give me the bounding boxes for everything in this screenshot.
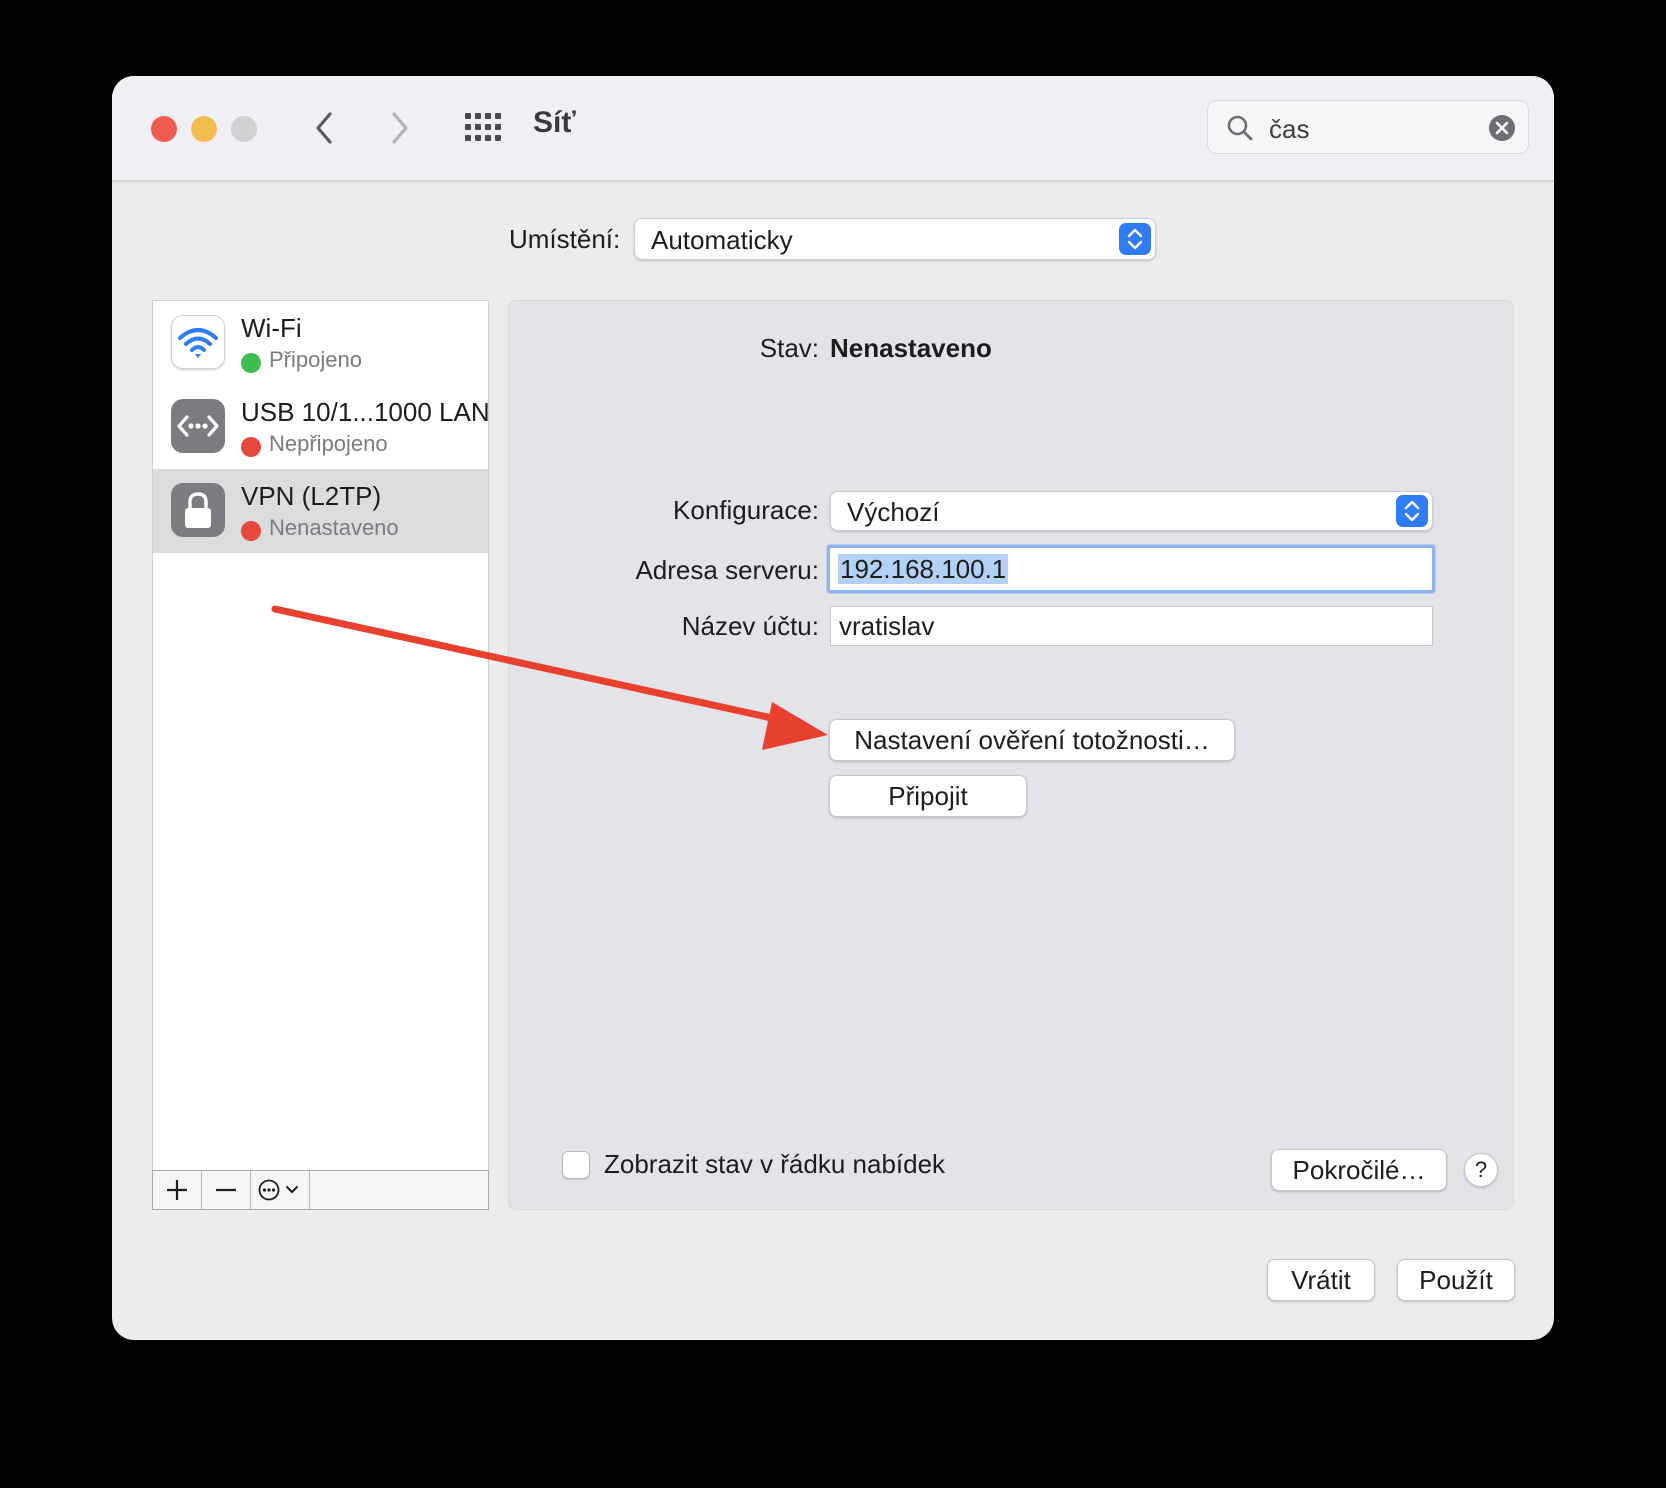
title-bar: Síť čas	[112, 76, 1554, 182]
server-address-value[interactable]: 192.168.100.1	[838, 554, 1009, 584]
server-address-field[interactable]: 192.168.100.1	[827, 545, 1435, 593]
service-item-usb-lan[interactable]: USB 10/1...1000 LAN Nepřipojeno	[153, 385, 490, 469]
status-dot-red	[241, 521, 261, 541]
service-status: Nepřipojeno	[269, 431, 388, 456]
show-status-checkbox[interactable]	[562, 1151, 590, 1179]
show-status-label: Zobrazit stav v řádku nabídek	[604, 1149, 946, 1179]
plus-icon	[167, 1180, 187, 1200]
location-label: Umístění:	[509, 224, 621, 254]
service-item-vpn[interactable]: VPN (L2TP) Nenastaveno	[153, 469, 488, 553]
location-select[interactable]: Automaticky	[634, 218, 1156, 260]
lock-icon	[171, 483, 225, 537]
service-name: VPN (L2TP)	[241, 481, 382, 511]
service-name: USB 10/1...1000 LAN	[241, 397, 490, 427]
account-name-label: Název účtu:	[681, 611, 819, 641]
service-item-wifi[interactable]: Wi-Fi Připojeno	[153, 301, 488, 385]
show-all-grid-icon[interactable]	[465, 113, 501, 141]
status-dot-green	[241, 353, 261, 373]
vpn-detail-panel: Stav: Nenastaveno Konfigurace: Výchozí A…	[508, 300, 1514, 1210]
configuration-value: Výchozí	[847, 497, 940, 527]
account-name-value[interactable]: vratislav	[839, 611, 934, 642]
window-title: Síť	[533, 106, 576, 139]
minus-icon	[216, 1188, 236, 1192]
status-value: Nenastaveno	[830, 333, 992, 363]
configuration-label: Konfigurace:	[673, 495, 819, 525]
configuration-stepper-icon	[1396, 495, 1428, 527]
wifi-icon	[171, 315, 225, 369]
service-status: Připojeno	[269, 347, 362, 372]
location-value: Automaticky	[651, 225, 793, 255]
status-dot-red	[241, 437, 261, 457]
ethernet-icon	[171, 399, 225, 453]
more-actions-icon	[258, 1179, 298, 1201]
minimize-window-button[interactable]	[191, 116, 217, 142]
service-list-toolbar	[152, 1170, 489, 1210]
back-icon[interactable]	[306, 104, 346, 152]
service-status: Nenastaveno	[269, 515, 399, 540]
service-list: Wi-Fi Připojeno USB 10/1...1000 LAN Nepř…	[152, 300, 490, 1172]
search-input[interactable]: čas	[1269, 114, 1309, 145]
apply-button[interactable]: Použít	[1397, 1259, 1515, 1301]
status-label: Stav:	[759, 333, 819, 363]
account-name-field[interactable]: vratislav	[830, 606, 1433, 646]
search-icon	[1227, 115, 1253, 141]
location-stepper-icon	[1119, 223, 1151, 255]
preferences-window: Síť čas Umístění: Automaticky Wi-Fi Přip…	[112, 76, 1554, 1340]
service-name: Wi-Fi	[241, 313, 302, 343]
zoom-window-button[interactable]	[231, 116, 257, 142]
search-field[interactable]: čas	[1207, 100, 1529, 154]
forward-icon[interactable]	[378, 104, 418, 152]
close-window-button[interactable]	[151, 116, 177, 142]
clear-search-icon[interactable]	[1488, 114, 1516, 142]
advanced-button[interactable]: Pokročilé…	[1271, 1149, 1447, 1191]
configuration-select[interactable]: Výchozí	[830, 491, 1433, 531]
revert-button[interactable]: Vrátit	[1267, 1259, 1375, 1301]
remove-service-button[interactable]	[202, 1171, 251, 1209]
add-service-button[interactable]	[153, 1171, 202, 1209]
connect-button[interactable]: Připojit	[829, 775, 1027, 817]
authentication-settings-button[interactable]: Nastavení ověření totožnosti…	[829, 719, 1235, 761]
service-actions-menu-button[interactable]	[251, 1171, 310, 1209]
server-address-label: Adresa serveru:	[635, 555, 819, 585]
help-button[interactable]: ?	[1464, 1153, 1498, 1187]
